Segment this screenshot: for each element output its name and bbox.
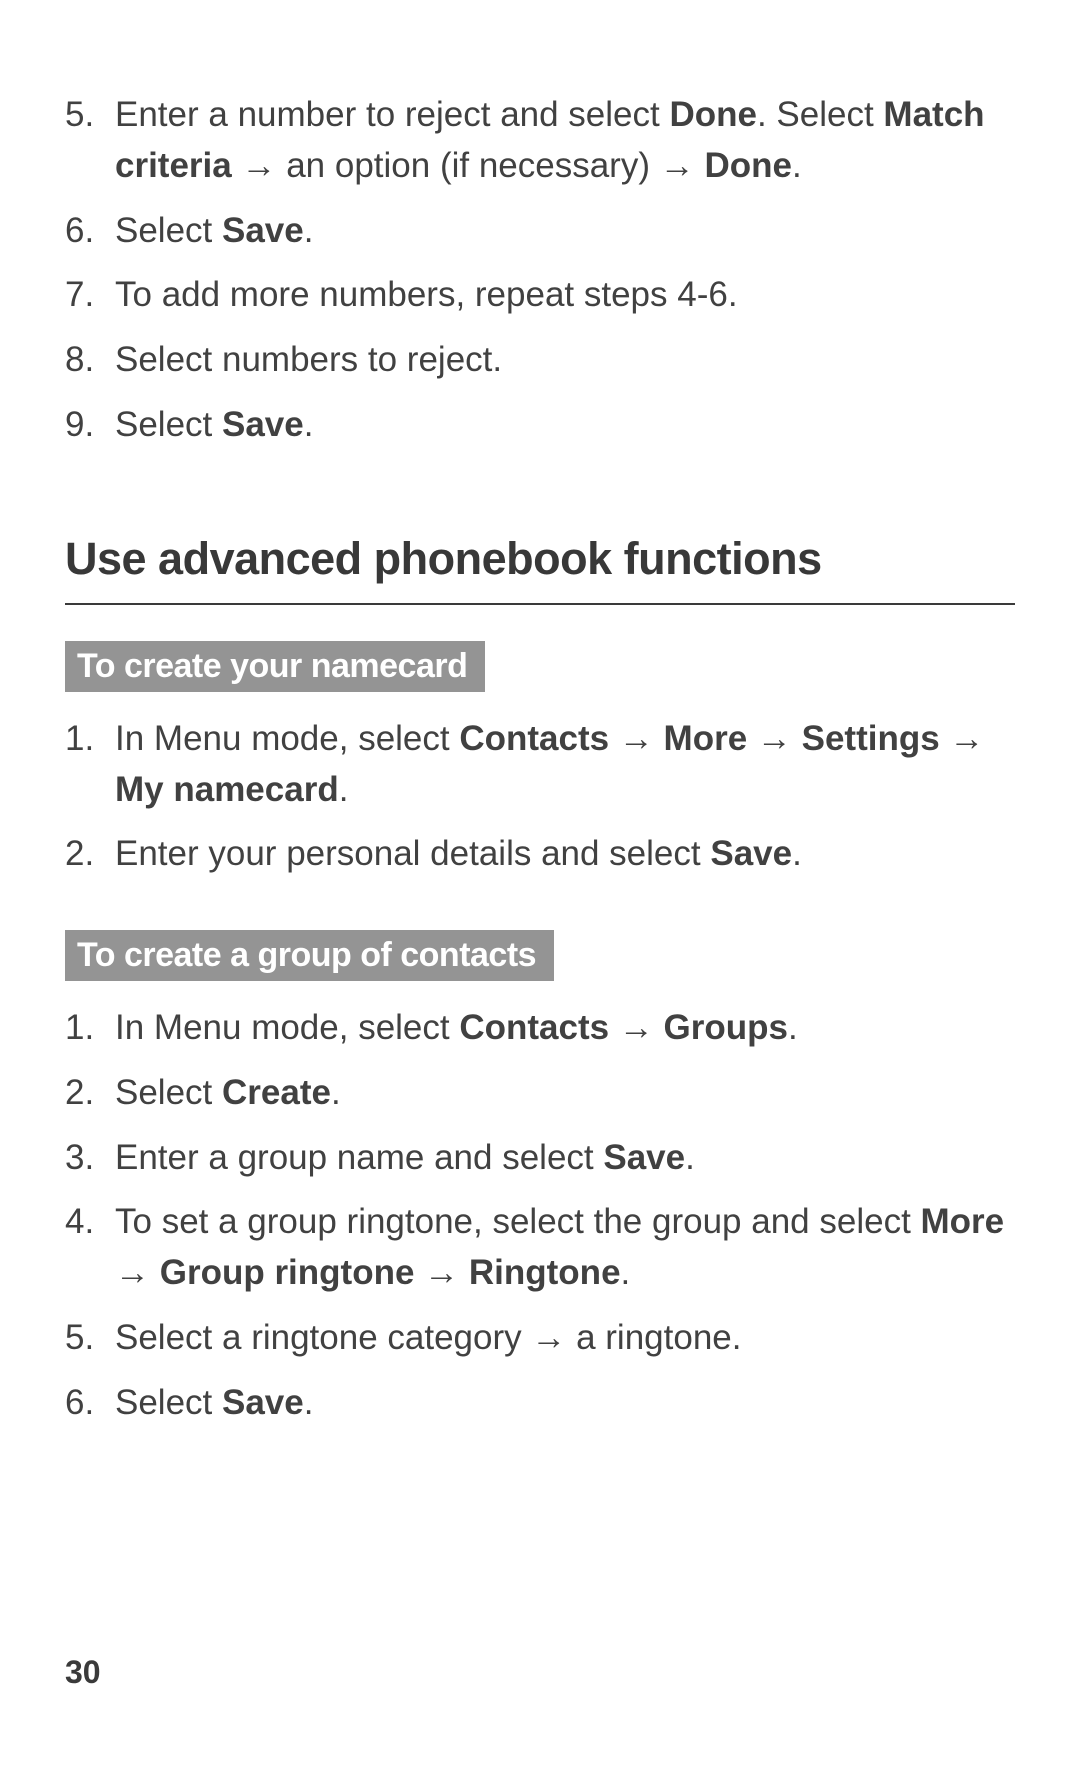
bold-term: Create <box>222 1073 331 1112</box>
step-text: To set a group ringtone, select the grou… <box>115 1202 1004 1292</box>
step-number: 2. <box>65 829 94 880</box>
step-text: Select Create. <box>115 1073 341 1112</box>
step-text: Select a ringtone category → a ringtone. <box>115 1318 741 1357</box>
steps-list-group: 1. In Menu mode, select Contacts → Groups… <box>65 1003 1015 1428</box>
step-text: Enter a number to reject and select Done… <box>115 95 985 185</box>
step-number: 1. <box>65 714 94 765</box>
step-item: 4. To set a group ringtone, select the gr… <box>65 1197 1015 1299</box>
step-text: In Menu mode, select Contacts → More → S… <box>115 719 984 809</box>
bold-term: Save <box>222 211 304 250</box>
bold-term: Contacts <box>459 1008 609 1047</box>
subheading-group: To create a group of contacts <box>65 930 554 981</box>
step-item: 7. To add more numbers, repeat steps 4-6. <box>65 270 1015 321</box>
step-item: 6. Select Save. <box>65 206 1015 257</box>
step-number: 7. <box>65 270 94 321</box>
bold-term: Save <box>603 1138 685 1177</box>
step-number: 3. <box>65 1133 94 1184</box>
step-number: 9. <box>65 400 94 451</box>
step-number: 1. <box>65 1003 94 1054</box>
section-heading: Use advanced phonebook functions <box>65 531 1015 605</box>
bold-term: Settings <box>802 719 940 758</box>
step-item: 1. In Menu mode, select Contacts → Groups… <box>65 1003 1015 1054</box>
subheading-namecard: To create your namecard <box>65 641 485 692</box>
step-number: 5. <box>65 1313 94 1364</box>
bold-term: Save <box>710 834 792 873</box>
step-item: 3. Enter a group name and select Save. <box>65 1133 1015 1184</box>
step-text: Select Save. <box>115 1383 313 1422</box>
step-number: 2. <box>65 1068 94 1119</box>
bold-term: Ringtone <box>469 1253 621 1292</box>
step-number: 6. <box>65 1378 94 1429</box>
step-text: To add more numbers, repeat steps 4-6. <box>115 275 738 314</box>
step-number: 8. <box>65 335 94 386</box>
bold-term: More <box>664 719 748 758</box>
step-text: Select Save. <box>115 405 313 444</box>
bold-term: Save <box>222 405 304 444</box>
bold-term: More <box>921 1202 1005 1241</box>
bold-term: Group ringtone <box>160 1253 415 1292</box>
steps-list-namecard: 1. In Menu mode, select Contacts → More →… <box>65 714 1015 880</box>
step-text: Select Save. <box>115 211 313 250</box>
step-item: 5. Enter a number to reject and select Do… <box>65 90 1015 192</box>
step-number: 6. <box>65 206 94 257</box>
manual-page: 5. Enter a number to reject and select Do… <box>0 0 1080 1771</box>
step-text: Enter a group name and select Save. <box>115 1138 695 1177</box>
step-item: 6. Select Save. <box>65 1378 1015 1429</box>
step-number: 5. <box>65 90 94 141</box>
step-item: 9. Select Save. <box>65 400 1015 451</box>
bold-term: Groups <box>664 1008 788 1047</box>
bold-term: Save <box>222 1383 304 1422</box>
bold-term: Contacts <box>459 719 609 758</box>
step-text: In Menu mode, select Contacts → Groups. <box>115 1008 798 1047</box>
step-text: Enter your personal details and select S… <box>115 834 802 873</box>
step-item: 8. Select numbers to reject. <box>65 335 1015 386</box>
bold-term: Done <box>669 95 757 134</box>
step-text: Select numbers to reject. <box>115 340 502 379</box>
bold-term: Done <box>704 146 792 185</box>
bold-term: My namecard <box>115 770 339 809</box>
step-number: 4. <box>65 1197 94 1248</box>
bold-term: Match criteria <box>115 95 985 185</box>
page-number: 30 <box>65 1654 101 1691</box>
step-item: 2. Select Create. <box>65 1068 1015 1119</box>
step-item: 2. Enter your personal details and select… <box>65 829 1015 880</box>
step-item: 5. Select a ringtone category → a rington… <box>65 1313 1015 1364</box>
step-item: 1. In Menu mode, select Contacts → More →… <box>65 714 1015 816</box>
steps-list-top: 5. Enter a number to reject and select Do… <box>65 90 1015 451</box>
